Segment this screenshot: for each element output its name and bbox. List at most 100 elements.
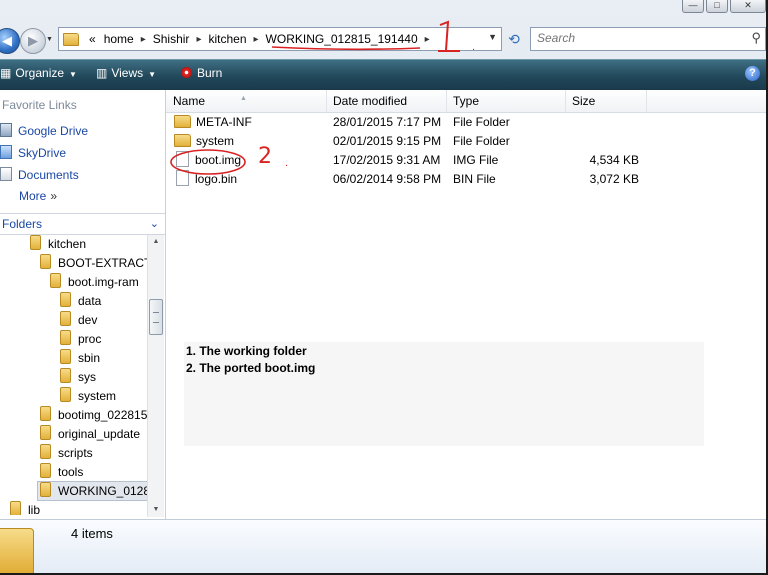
folder-icon — [40, 425, 51, 440]
column-header-row: Name ▲ Date modified Type Size — [166, 90, 766, 113]
annotation-line-1: 1. The working folder — [186, 344, 307, 358]
tree-label: bootimg_022815 — [58, 408, 147, 422]
tree-item[interactable]: dev — [60, 311, 97, 329]
favorite-label: Google Drive — [18, 124, 89, 138]
burn-icon — [181, 67, 192, 78]
chevron-right-icon[interactable]: ▸ — [251, 34, 262, 45]
tree-label: scripts — [58, 446, 93, 460]
folder-icon — [60, 368, 71, 383]
tree-item[interactable]: sys — [60, 368, 96, 386]
organize-button[interactable]: ▦ Organize ▼ — [0, 66, 77, 80]
favorite-more[interactable]: More» — [19, 189, 57, 203]
grip-icon — [153, 312, 159, 323]
folder-icon — [30, 235, 41, 250]
tree-scrollbar[interactable]: ▲ ▼ — [147, 235, 164, 517]
folder-icon — [60, 330, 71, 345]
file-size: 3,072 KB — [589, 172, 639, 186]
file-type: BIN File — [453, 172, 496, 186]
chevron-down-icon: ⌄ — [149, 218, 159, 230]
annotation-line-2: 2. The ported boot.img — [186, 361, 316, 375]
tree-item[interactable]: boot.img-ram — [50, 273, 139, 291]
tree-label: original_update — [58, 427, 141, 441]
tree-label: kitchen — [48, 237, 87, 251]
folder-icon — [174, 115, 191, 128]
explorer-window: — □ ✕ ◀ ▶ ▼ « home ▸ Shishir ▸ kitchen ▸… — [0, 0, 768, 575]
tree-label: lib — [28, 503, 41, 515]
recent-pages-dropdown-icon[interactable]: ▼ — [46, 36, 53, 43]
folder-icon — [40, 406, 51, 421]
column-type[interactable]: Type — [446, 90, 566, 112]
maximize-button[interactable]: □ — [706, 0, 728, 13]
tree-label: sys — [78, 370, 96, 384]
tree-item-selected[interactable]: WORKING_01281 — [37, 481, 147, 501]
folders-header[interactable]: Folders ⌄ — [0, 213, 165, 235]
scroll-thumb[interactable] — [149, 299, 163, 335]
documents-icon — [0, 167, 12, 181]
burn-button[interactable]: Burn — [181, 66, 222, 80]
tree-item[interactable]: original_update — [40, 425, 140, 443]
file-date: 06/02/2014 9:58 PM — [333, 172, 442, 186]
file-row[interactable]: META-INF 28/01/2015 7:17 PM File Folder — [166, 113, 641, 132]
favorite-skydrive[interactable]: SkyDrive — [0, 145, 66, 160]
folder-icon — [60, 387, 71, 402]
breadcrumb-home[interactable]: home — [100, 32, 138, 46]
tree-item[interactable]: data — [60, 292, 101, 310]
column-size[interactable]: Size — [565, 90, 647, 112]
folder-icon — [40, 444, 51, 459]
annotation-mark-2-dot: . — [285, 158, 289, 169]
tree-label: sbin — [78, 351, 101, 365]
folders-title: Folders — [2, 217, 43, 231]
tree-item[interactable]: system — [60, 387, 116, 405]
favorite-documents[interactable]: Documents — [0, 167, 79, 182]
close-button[interactable]: ✕ — [730, 0, 766, 13]
breadcrumb-kitchen[interactable]: kitchen — [204, 32, 250, 46]
back-button[interactable]: ◀ — [0, 28, 20, 54]
annotation-dot: . — [472, 42, 476, 53]
folder-icon — [50, 273, 61, 288]
annotation-box: 1. The working folder 2. The ported boot… — [184, 342, 704, 446]
tree-item[interactable]: BOOT-EXTRACT — [40, 254, 147, 272]
search-input[interactable] — [531, 28, 743, 48]
column-name[interactable]: Name ▲ — [166, 90, 327, 112]
breadcrumb-overflow[interactable]: « — [85, 32, 100, 46]
file-name: META-INF — [196, 115, 252, 129]
search-icon[interactable]: ⚲ — [751, 30, 761, 46]
forward-button[interactable]: ▶ — [20, 28, 46, 54]
folder-icon — [40, 254, 51, 269]
views-label: Views — [111, 66, 144, 80]
column-date[interactable]: Date modified — [326, 90, 447, 112]
tree-item[interactable]: sbin — [60, 349, 100, 367]
tree-label: WORKING_01281 — [58, 484, 147, 498]
refresh-icon[interactable]: ⟲ — [503, 28, 525, 50]
views-button[interactable]: ▥ Views ▼ — [96, 66, 156, 80]
tree-label: proc — [78, 332, 102, 346]
address-underline-annotation — [271, 20, 460, 52]
breadcrumb-shishir[interactable]: Shishir — [149, 32, 194, 46]
chevron-right-icon[interactable]: ▸ — [193, 34, 204, 45]
scroll-down-icon[interactable]: ▼ — [148, 503, 164, 517]
tree-item[interactable]: lib — [10, 501, 40, 515]
tree-item[interactable]: kitchen — [30, 235, 86, 253]
minimize-button[interactable]: — — [682, 0, 704, 13]
tree-item[interactable]: scripts — [40, 444, 93, 462]
file-date: 02/01/2015 9:15 PM — [333, 134, 442, 148]
chevron-right-icon[interactable]: ▸ — [138, 34, 149, 45]
scroll-up-icon[interactable]: ▲ — [148, 235, 164, 249]
column-label: Size — [572, 94, 596, 108]
tree-item[interactable]: proc — [60, 330, 101, 348]
drive-icon — [0, 123, 12, 137]
tree-item[interactable]: tools — [40, 463, 83, 481]
tree-label: BOOT-EXTRACT — [58, 256, 147, 270]
file-type: IMG File — [453, 153, 499, 167]
file-type: File Folder — [453, 115, 510, 129]
folder-icon — [60, 311, 71, 326]
tree-label: boot.img-ram — [68, 275, 139, 289]
help-icon[interactable]: ? — [745, 66, 760, 81]
tree-item[interactable]: bootimg_022815 — [40, 406, 147, 424]
annotation-mark-2: 2 — [258, 144, 272, 169]
favorite-google-drive[interactable]: Google Drive — [0, 123, 88, 138]
skydrive-icon — [0, 145, 12, 159]
folder-icon — [63, 32, 79, 46]
folder-icon — [0, 528, 34, 573]
tree-label: system — [78, 389, 117, 403]
